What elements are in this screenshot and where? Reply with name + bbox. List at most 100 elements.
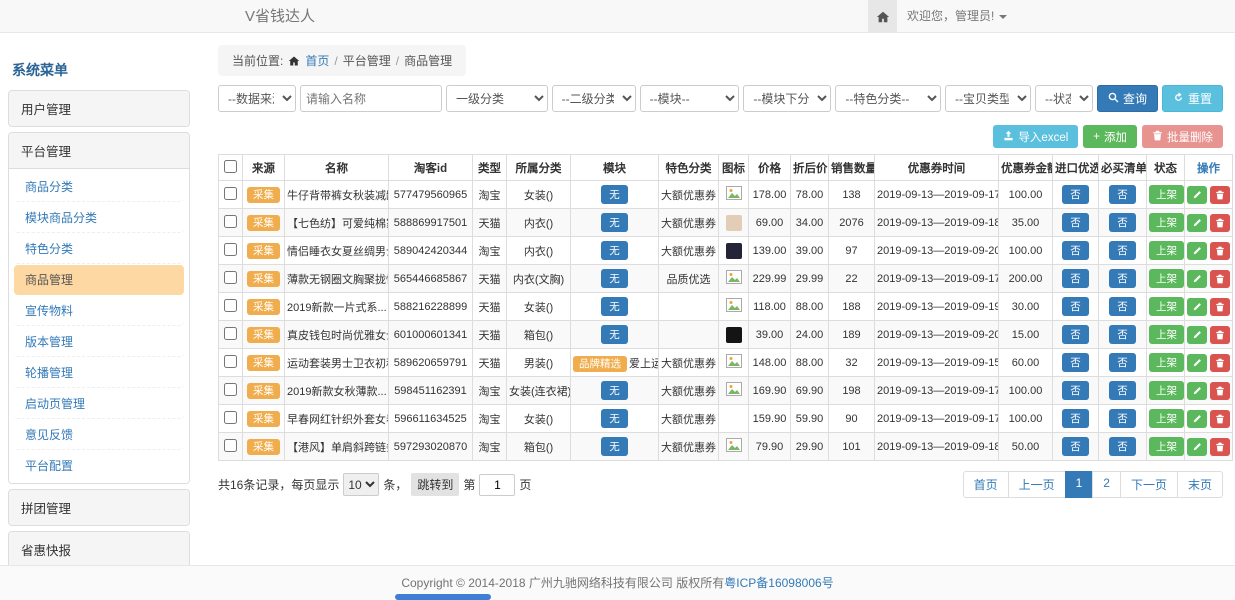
must-buy-toggle[interactable]: 否 (1109, 241, 1136, 260)
imported-toggle[interactable]: 否 (1062, 409, 1089, 428)
must-buy-toggle[interactable]: 否 (1109, 185, 1136, 204)
row-checkbox[interactable] (224, 383, 237, 396)
per-page-select[interactable]: 10 (343, 473, 379, 496)
module-none-button[interactable]: 无 (601, 325, 628, 344)
select-all-checkbox[interactable] (224, 160, 237, 173)
must-buy-toggle[interactable]: 否 (1109, 409, 1136, 428)
must-buy-toggle[interactable]: 否 (1109, 213, 1136, 232)
imported-toggle[interactable]: 否 (1062, 269, 1089, 288)
user-menu[interactable]: 欢迎您，管理员! (907, 0, 1007, 33)
edit-button[interactable] (1187, 186, 1207, 204)
filter-select-module-subcategory[interactable]: --模块下分类-- (743, 85, 831, 112)
row-checkbox[interactable] (224, 439, 237, 452)
sidebar-item[interactable]: 宣传物料 (14, 296, 184, 326)
row-checkbox[interactable] (224, 187, 237, 200)
status-button[interactable]: 上架 (1149, 185, 1184, 204)
delete-button[interactable] (1210, 298, 1230, 316)
edit-button[interactable] (1187, 298, 1207, 316)
sidebar-item[interactable]: 特色分类 (14, 234, 184, 264)
batch-delete-button[interactable]: 批量删除 (1142, 125, 1223, 148)
sidebar-group-header[interactable]: 拼团管理 (9, 490, 189, 525)
module-none-button[interactable]: 无 (601, 185, 628, 204)
pager-item[interactable]: 1 (1065, 471, 1094, 498)
module-none-button[interactable]: 无 (601, 213, 628, 232)
imported-toggle[interactable]: 否 (1062, 437, 1089, 456)
delete-button[interactable] (1210, 214, 1230, 232)
edit-button[interactable] (1187, 242, 1207, 260)
sidebar-group-header[interactable]: 用户管理 (9, 91, 189, 126)
module-none-button[interactable]: 无 (601, 437, 628, 456)
delete-button[interactable] (1210, 410, 1230, 428)
horizontal-scrollbar-thumb[interactable] (395, 594, 491, 600)
status-button[interactable]: 上架 (1149, 241, 1184, 260)
status-button[interactable]: 上架 (1149, 381, 1184, 400)
row-checkbox[interactable] (224, 299, 237, 312)
delete-button[interactable] (1210, 382, 1230, 400)
home-button[interactable] (868, 0, 897, 33)
edit-button[interactable] (1187, 382, 1207, 400)
module-none-button[interactable]: 无 (601, 381, 628, 400)
imported-toggle[interactable]: 否 (1062, 185, 1089, 204)
row-checkbox[interactable] (224, 271, 237, 284)
edit-button[interactable] (1187, 410, 1207, 428)
pager-item[interactable]: 末页 (1177, 471, 1223, 498)
sidebar-item[interactable]: 商品分类 (14, 172, 184, 202)
status-button[interactable]: 上架 (1149, 213, 1184, 232)
module-none-button[interactable]: 无 (601, 241, 628, 260)
edit-button[interactable] (1187, 214, 1207, 232)
sidebar-item[interactable]: 启动页管理 (14, 389, 184, 419)
module-none-button[interactable]: 无 (601, 297, 628, 316)
imported-toggle[interactable]: 否 (1062, 353, 1089, 372)
delete-button[interactable] (1210, 326, 1230, 344)
page-number-input[interactable] (479, 474, 515, 496)
add-button[interactable]: + 添加 (1083, 125, 1137, 148)
sidebar-group-header[interactable]: 平台管理 (9, 133, 189, 168)
row-checkbox[interactable] (224, 327, 237, 340)
reset-button[interactable]: 重置 (1162, 85, 1223, 112)
pager-item[interactable]: 下一页 (1120, 471, 1178, 498)
status-button[interactable]: 上架 (1149, 353, 1184, 372)
row-checkbox[interactable] (224, 411, 237, 424)
import-excel-button[interactable]: 导入excel (993, 125, 1078, 148)
delete-button[interactable] (1210, 354, 1230, 372)
must-buy-toggle[interactable]: 否 (1109, 325, 1136, 344)
filter-select-item-type[interactable]: --宝贝类型-- (945, 85, 1031, 112)
edit-button[interactable] (1187, 354, 1207, 372)
pager-item[interactable]: 首页 (963, 471, 1009, 498)
sidebar-group-header[interactable]: 省惠快报 (9, 532, 189, 565)
imported-toggle[interactable]: 否 (1062, 241, 1089, 260)
filter-name-input[interactable] (300, 85, 442, 112)
status-button[interactable]: 上架 (1149, 409, 1184, 428)
filter-select-level1-category[interactable]: 一级分类 (446, 85, 548, 112)
pager-item[interactable]: 2 (1092, 471, 1121, 498)
filter-select-module[interactable]: --模块-- (640, 85, 740, 112)
status-button[interactable]: 上架 (1149, 269, 1184, 288)
module-none-button[interactable]: 无 (601, 409, 628, 428)
sidebar-item[interactable]: 商品管理 (14, 265, 184, 295)
module-none-button[interactable]: 无 (601, 269, 628, 288)
sidebar-item[interactable]: 轮播管理 (14, 358, 184, 388)
must-buy-toggle[interactable]: 否 (1109, 353, 1136, 372)
imported-toggle[interactable]: 否 (1062, 297, 1089, 316)
must-buy-toggle[interactable]: 否 (1109, 297, 1136, 316)
edit-button[interactable] (1187, 270, 1207, 288)
must-buy-toggle[interactable]: 否 (1109, 437, 1136, 456)
sidebar-item[interactable]: 版本管理 (14, 327, 184, 357)
pager-item[interactable]: 上一页 (1008, 471, 1066, 498)
filter-select-data-source[interactable]: --数据来源-- (218, 85, 296, 112)
delete-button[interactable] (1210, 242, 1230, 260)
delete-button[interactable] (1210, 438, 1230, 456)
row-checkbox[interactable] (224, 355, 237, 368)
sidebar-item[interactable]: 模块商品分类 (14, 203, 184, 233)
row-checkbox[interactable] (224, 215, 237, 228)
breadcrumb-home-link[interactable]: 首页 (305, 52, 329, 69)
delete-button[interactable] (1210, 270, 1230, 288)
status-button[interactable]: 上架 (1149, 437, 1184, 456)
filter-select-level2-category[interactable]: --二级分类-- (552, 85, 636, 112)
must-buy-toggle[interactable]: 否 (1109, 381, 1136, 400)
delete-button[interactable] (1210, 186, 1230, 204)
icp-link[interactable]: 粤ICP备16098006号 (724, 576, 833, 590)
status-button[interactable]: 上架 (1149, 325, 1184, 344)
app-title[interactable]: V省钱达人 (245, 0, 315, 33)
imported-toggle[interactable]: 否 (1062, 325, 1089, 344)
